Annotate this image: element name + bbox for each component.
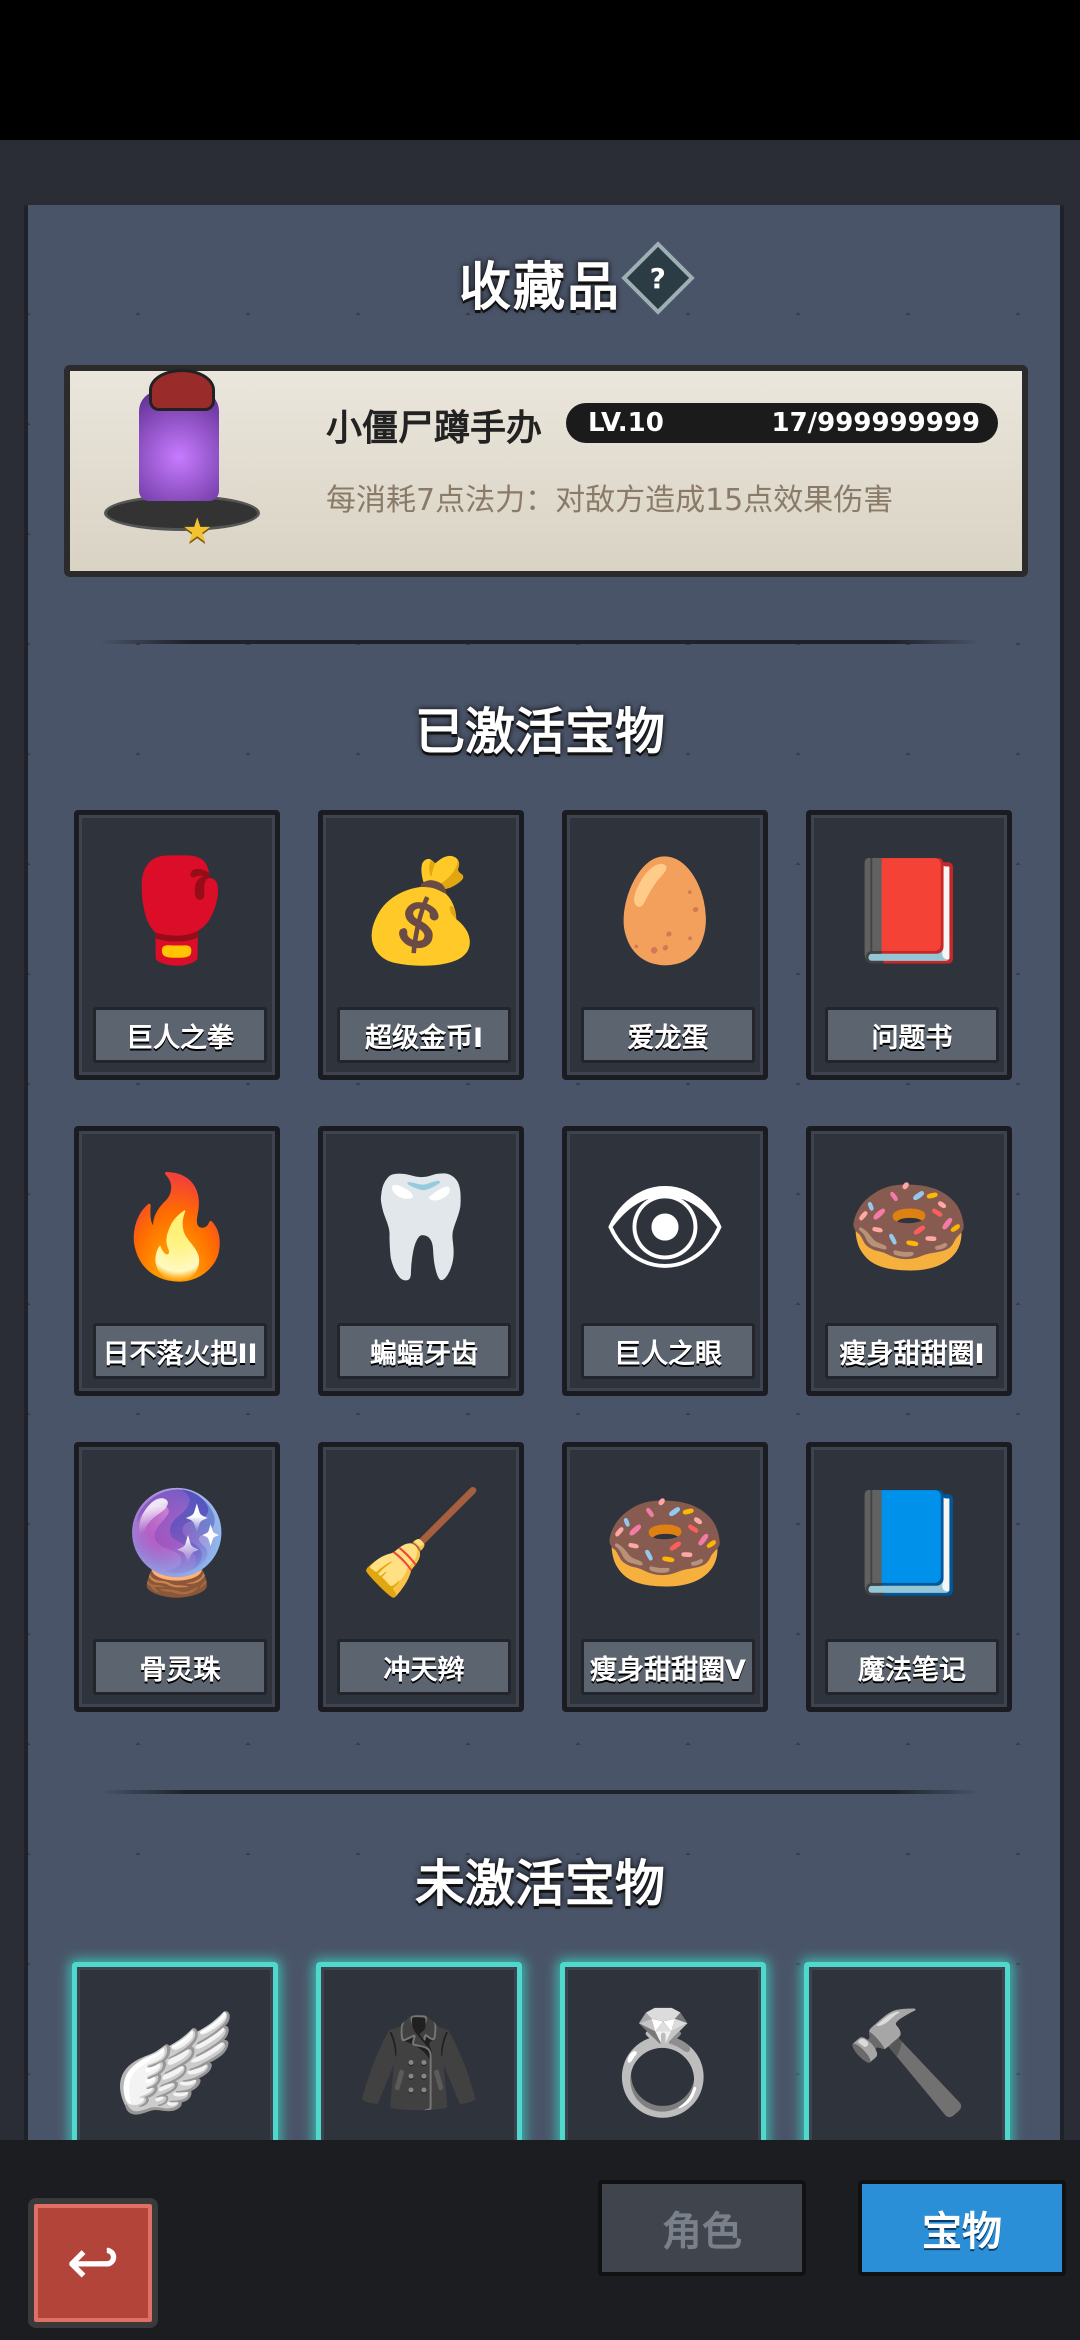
egg-icon: 🥚 [602, 852, 728, 969]
hammer-icon: 🔨 [844, 2004, 970, 2121]
tab-role[interactable]: 角色 [598, 2180, 806, 2276]
treasure-card[interactable]: 🍩 瘦身甜甜圈I [806, 1126, 1012, 1396]
treasure-label: 瘦身甜甜圈I [825, 1323, 999, 1379]
wings-icon: 🪽 [112, 2004, 238, 2121]
treasure-label: 瘦身甜甜圈V [581, 1639, 755, 1695]
braid-icon: 🧹 [358, 1484, 484, 1601]
treasure-label: 蝙蝠牙齿 [337, 1323, 511, 1379]
spellbook-icon: 📘 [846, 1484, 972, 1601]
orb-icon: 🔮 [114, 1484, 240, 1601]
treasure-card[interactable]: 🦷 蝙蝠牙齿 [318, 1126, 524, 1396]
divider [100, 1790, 980, 1794]
coin-icon: 💰 [358, 852, 484, 969]
treasure-card[interactable]: 👁 巨人之眼 [562, 1126, 768, 1396]
donut-icon: 🍩 [602, 1484, 728, 1601]
treasure-label: 问题书 [825, 1007, 999, 1063]
treasure-card[interactable]: 🥊 巨人之拳 [74, 810, 280, 1080]
back-arrow-icon: ↩ [66, 2226, 120, 2300]
treasure-label: 日不落火把II [93, 1323, 267, 1379]
treasure-label: 爱龙蛋 [581, 1007, 755, 1063]
fist-icon: 🥊 [114, 852, 240, 969]
tab-treasure[interactable]: 宝物 [858, 2180, 1066, 2276]
status-bar-area [0, 0, 1080, 140]
treasure-label: 巨人之拳 [93, 1007, 267, 1063]
ring-icon: 💍 [600, 2004, 726, 2121]
book-icon: 📕 [846, 852, 972, 969]
eye-icon: 👁 [601, 1168, 729, 1285]
treasure-label: 巨人之眼 [581, 1323, 755, 1379]
treasure-card[interactable]: 🍩 瘦身甜甜圈V [562, 1442, 768, 1712]
treasure-card[interactable]: 📘 魔法笔记 [806, 1442, 1012, 1712]
star-icon: ★ [182, 511, 213, 551]
progress-count: 17/999999999 [771, 408, 981, 438]
level-label: LV.10 [588, 408, 664, 438]
active-section-title: 已激活宝物 [415, 703, 665, 761]
torch-icon: 🔥 [114, 1168, 240, 1285]
level-progress-bar: LV.10 17/999999999 [566, 403, 998, 443]
inactive-section-title: 未激活宝物 [415, 1855, 665, 1913]
treasure-card[interactable]: 🥚 爱龙蛋 [562, 810, 768, 1080]
divider [100, 640, 980, 644]
featured-name: 小僵尸蹲手办 [326, 408, 543, 449]
treasure-label: 魔法笔记 [825, 1639, 999, 1695]
zombie-figurine-icon: ★ [104, 351, 260, 551]
featured-collectible[interactable]: ★ 小僵尸蹲手办 LV.10 17/999999999 每消耗7点法力：对敌方造… [64, 365, 1028, 577]
page-title: 收藏品 [458, 258, 621, 318]
treasure-card[interactable]: 🔥 日不落火把II [74, 1126, 280, 1396]
treasure-label: 骨灵珠 [93, 1639, 267, 1695]
featured-description: 每消耗7点法力：对敌方造成15点效果伤害 [326, 483, 894, 518]
treasure-card[interactable]: 💰 超级金币I [318, 810, 524, 1080]
donut-icon: 🍩 [846, 1168, 972, 1285]
treasure-card[interactable]: 🔮 骨灵珠 [74, 1442, 280, 1712]
back-button[interactable]: ↩ [28, 2198, 158, 2328]
fang-icon: 🦷 [358, 1168, 484, 1285]
treasure-card[interactable]: 📕 问题书 [806, 810, 1012, 1080]
treasure-label: 冲天辫 [337, 1639, 511, 1695]
cloak-icon: 🧥 [356, 2004, 482, 2121]
treasure-card[interactable]: 🧹 冲天辫 [318, 1442, 524, 1712]
treasure-label: 超级金币I [337, 1007, 511, 1063]
